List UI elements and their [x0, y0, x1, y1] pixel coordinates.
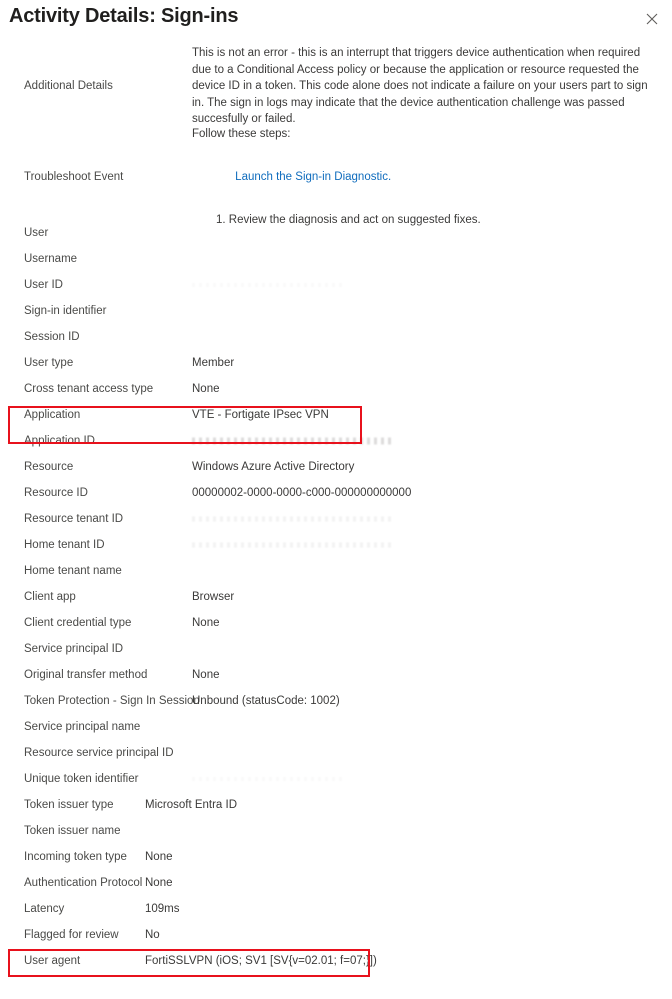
row-label: Original transfer method	[24, 668, 148, 681]
detail-row-authentication-protocol: Authentication Protocol None	[0, 870, 672, 896]
redacted-value	[192, 538, 392, 553]
detail-row-username: Username	[0, 246, 672, 272]
detail-row-user-type: User type Member	[0, 350, 672, 376]
row-label: Application	[24, 408, 81, 421]
detail-row-resource-id: Resource ID 00000002-0000-0000-c000-00000…	[0, 480, 672, 506]
row-label: Sign-in identifier	[24, 304, 107, 317]
redacted-value	[192, 434, 392, 449]
activity-details-list: Additional Details This is not an error …	[0, 38, 672, 974]
detail-row-resource-tenant-id: Resource tenant ID	[0, 506, 672, 532]
row-value: FortiSSLVPN (iOS; SV1 [SV{v=02.01; f=07;…	[145, 954, 377, 967]
row-label: Username	[24, 252, 78, 265]
detail-row-user-id: User ID	[0, 272, 672, 298]
row-label: User agent	[24, 954, 81, 967]
row-label: User ID	[24, 278, 63, 291]
detail-row-flagged-for-review: Flagged for review No	[0, 922, 672, 948]
detail-row-unique-token-identifier: Unique token identifier	[0, 766, 672, 792]
row-value: None	[145, 876, 173, 889]
row-value: 109ms	[145, 902, 180, 915]
row-label: Incoming token type	[24, 850, 127, 863]
row-label: Resource tenant ID	[24, 512, 124, 525]
row-value: No	[145, 928, 160, 941]
row-label: Additional Details	[24, 80, 113, 92]
launch-signin-diagnostic-link[interactable]: Launch the Sign-in Diagnostic.	[235, 169, 391, 186]
row-label: Cross tenant access type	[24, 382, 154, 395]
row-label: Troubleshoot Event	[24, 171, 124, 183]
detail-row-user-agent: User agent FortiSSLVPN (iOS; SV1 [SV{v=02…	[0, 948, 672, 974]
row-value	[192, 278, 672, 293]
detail-row-service-principal-name: Service principal name	[0, 714, 672, 740]
row-value	[192, 512, 672, 527]
detail-row-session-id: Session ID	[0, 324, 672, 350]
redacted-value	[192, 772, 342, 787]
detail-row-service-principal-id: Service principal ID	[0, 636, 672, 662]
detail-row-application-id: Application ID	[0, 428, 672, 454]
redacted-value	[192, 512, 392, 527]
row-label: Token issuer type	[24, 798, 114, 811]
row-value	[192, 772, 672, 787]
row-label: Service principal name	[24, 720, 141, 733]
row-value: VTE - Fortigate IPsec VPN	[192, 408, 329, 421]
row-label: Token issuer name	[24, 824, 121, 837]
row-label: Unique token identifier	[24, 772, 139, 785]
redacted-value	[192, 278, 342, 293]
row-value	[192, 538, 672, 553]
detail-row-sign-in-identifier: Sign-in identifier	[0, 298, 672, 324]
troubleshoot-intro: Follow these steps:	[192, 128, 291, 140]
row-value: Microsoft Entra ID	[145, 798, 238, 811]
row-value: None	[192, 616, 220, 629]
detail-row-token-protection-sign-in-session: Token Protection - Sign In Session Unboun…	[0, 688, 672, 714]
detail-row-client-credential-type: Client credential type None	[0, 610, 672, 636]
detail-row-client-app: Client app Browser	[0, 584, 672, 610]
row-value: None	[145, 850, 173, 863]
detail-row-troubleshoot-event: Troubleshoot Event Follow these steps: L…	[0, 128, 672, 226]
row-value: Unbound (statusCode: 1002)	[192, 694, 340, 707]
row-value: Member	[192, 356, 235, 369]
row-value: None	[192, 668, 220, 681]
detail-row-home-tenant-id: Home tenant ID	[0, 532, 672, 558]
row-value	[192, 434, 672, 449]
row-label: Client credential type	[24, 616, 132, 629]
row-label: Token Protection - Sign In Session	[24, 694, 200, 707]
row-label: User type	[24, 356, 74, 369]
detail-rows-narrow: Token issuer type Microsoft Entra ID Token…	[0, 792, 672, 974]
detail-row-token-issuer-type: Token issuer type Microsoft Entra ID	[0, 792, 672, 818]
row-value: 00000002-0000-0000-c000-000000000000	[192, 486, 412, 499]
row-label: Authentication Protocol	[24, 876, 143, 889]
row-label: Resource	[24, 460, 74, 473]
detail-row-user: User	[0, 220, 672, 246]
row-label: Service principal ID	[24, 642, 124, 655]
detail-row-latency: Latency 109ms	[0, 896, 672, 922]
row-label: Client app	[24, 590, 76, 603]
row-label: Latency	[24, 902, 65, 915]
detail-row-incoming-token-type: Incoming token type None	[0, 844, 672, 870]
row-label: User	[24, 226, 49, 239]
row-label: Session ID	[24, 330, 80, 343]
row-label: Resource service principal ID	[24, 746, 174, 759]
detail-row-original-transfer-method: Original transfer method None	[0, 662, 672, 688]
detail-rows-wide: User Username User ID Sign-in identifier Se…	[0, 220, 672, 792]
detail-row-token-issuer-name: Token issuer name	[0, 818, 672, 844]
detail-row-resource: Resource Windows Azure Active Directory	[0, 454, 672, 480]
row-value: Windows Azure Active Directory	[192, 460, 355, 473]
detail-row-application: Application VTE - Fortigate IPsec VPN	[0, 402, 672, 428]
row-value: Browser	[192, 590, 235, 603]
detail-row-resource-service-principal-id: Resource service principal ID	[0, 740, 672, 766]
row-label: Application ID	[24, 434, 95, 447]
detail-row-home-tenant-name: Home tenant name	[0, 558, 672, 584]
row-label: Resource ID	[24, 486, 88, 499]
row-value: None	[192, 382, 220, 395]
row-label: Home tenant ID	[24, 538, 105, 551]
detail-row-cross-tenant-access-type: Cross tenant access type None	[0, 376, 672, 402]
row-label: Flagged for review	[24, 928, 119, 941]
row-label: Home tenant name	[24, 564, 122, 577]
